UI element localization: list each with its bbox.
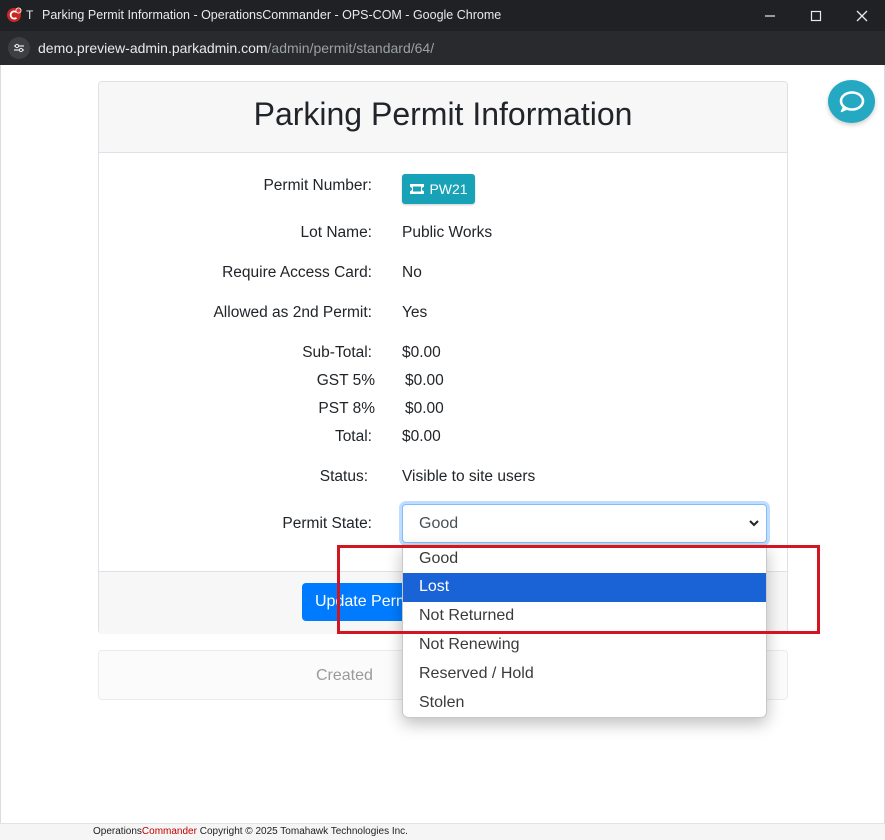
brand-commander: Commander bbox=[141, 826, 197, 837]
tune-icon bbox=[14, 43, 24, 53]
gst-value: $0.00 bbox=[405, 372, 444, 389]
permit-state-select[interactable]: Good bbox=[402, 504, 767, 543]
copyright-text: Copyright © 2025 Tomahawk Technologies I… bbox=[196, 826, 408, 837]
window-titlebar: T Parking Permit Information - Operation… bbox=[0, 0, 885, 31]
created-label: Created bbox=[316, 667, 373, 684]
page-title: Parking Permit Information bbox=[253, 96, 633, 132]
footer-copyright: OperationsCommander Copyright © 2025 Tom… bbox=[93, 826, 408, 837]
status-label: Status: bbox=[319, 468, 368, 485]
url-host: demo.preview-admin.parkadmin.com bbox=[38, 40, 268, 56]
option-not-renewing[interactable]: Not Renewing bbox=[403, 631, 766, 660]
status-value: Visible to site users bbox=[402, 468, 536, 485]
pst-label: PST 8% bbox=[318, 400, 375, 417]
chevron-down-icon bbox=[749, 520, 759, 527]
page-footer: OperationsCommander Copyright © 2025 Tom… bbox=[0, 823, 885, 840]
chat-bubble-icon bbox=[839, 90, 864, 112]
close-icon bbox=[856, 10, 868, 21]
close-window-button[interactable] bbox=[839, 0, 885, 31]
option-reserved-hold[interactable]: Reserved / Hold bbox=[403, 660, 766, 689]
app-icon bbox=[7, 7, 22, 22]
maximize-icon bbox=[810, 10, 822, 21]
address-bar[interactable]: demo.preview-admin.parkadmin.com/admin/p… bbox=[0, 31, 885, 65]
permit-number-label: Permit Number: bbox=[263, 177, 372, 194]
window-title: Parking Permit Information - OperationsC… bbox=[42, 8, 502, 22]
card-header: Parking Permit Information bbox=[99, 82, 787, 153]
permit-number-value: PW21 bbox=[429, 181, 468, 197]
minimize-button[interactable] bbox=[747, 0, 793, 31]
option-lost[interactable]: Lost bbox=[403, 573, 766, 602]
url-text[interactable]: demo.preview-admin.parkadmin.com/admin/p… bbox=[38, 40, 434, 56]
total-label: Total: bbox=[334, 428, 372, 445]
permit-number-badge[interactable]: PW21 bbox=[402, 174, 475, 204]
url-path: /admin/permit/standard/64/ bbox=[267, 40, 435, 56]
total-value: $0.00 bbox=[402, 428, 441, 445]
ticket-icon bbox=[410, 184, 425, 194]
pst-value: $0.00 bbox=[405, 400, 444, 417]
lot-name-value: Public Works bbox=[402, 224, 493, 241]
subtotal-value: $0.00 bbox=[402, 344, 441, 361]
tab-letter: T bbox=[26, 8, 34, 22]
second-permit-label: Allowed as 2nd Permit: bbox=[213, 304, 372, 321]
access-card-value: No bbox=[402, 264, 422, 281]
site-info-button[interactable] bbox=[8, 37, 30, 59]
permit-state-selected: Good bbox=[419, 515, 459, 532]
brand-operations: Operations bbox=[93, 826, 142, 837]
minimize-icon bbox=[765, 14, 775, 17]
option-stolen[interactable]: Stolen bbox=[403, 689, 766, 717]
access-card-label: Require Access Card: bbox=[222, 264, 372, 281]
subtotal-label: Sub-Total: bbox=[302, 344, 372, 361]
lot-name-label: Lot Name: bbox=[300, 224, 372, 241]
maximize-button[interactable] bbox=[793, 0, 839, 31]
gst-label: GST 5% bbox=[316, 372, 375, 389]
second-permit-value: Yes bbox=[402, 304, 428, 321]
permit-state-label: Permit State: bbox=[282, 515, 372, 532]
option-good[interactable]: Good bbox=[403, 545, 766, 574]
chat-button[interactable] bbox=[828, 80, 875, 123]
permit-state-dropdown: Good Lost Not Returned Not Renewing Rese… bbox=[402, 544, 767, 718]
option-not-returned[interactable]: Not Returned bbox=[403, 602, 766, 631]
